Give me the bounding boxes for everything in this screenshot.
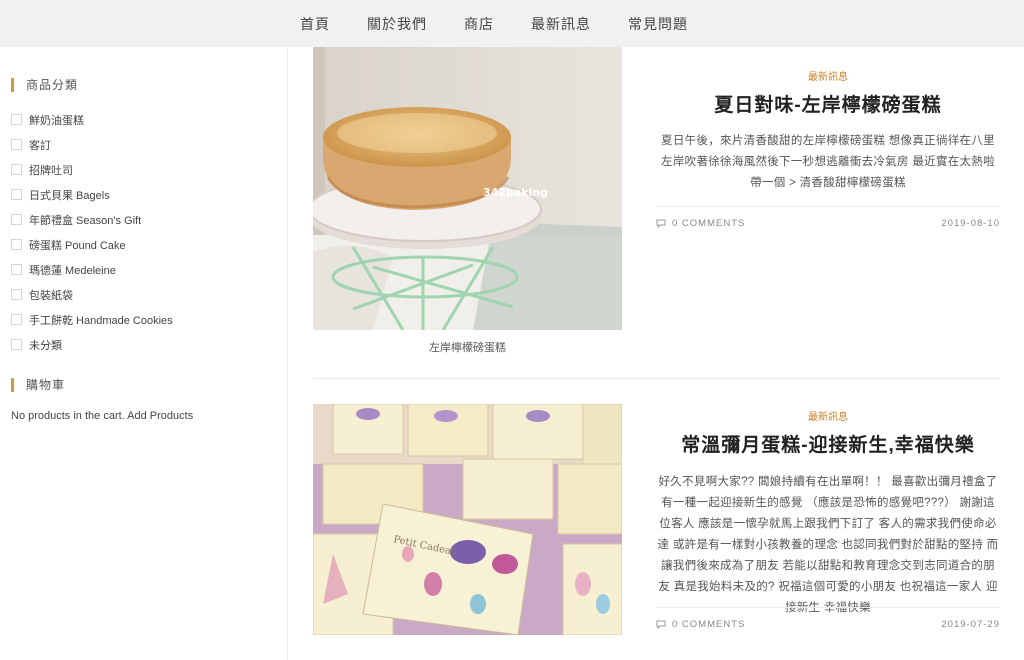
post-meta-divider bbox=[656, 206, 1000, 207]
comments-count: 0 COMMENTS bbox=[672, 618, 746, 630]
checkbox[interactable] bbox=[11, 214, 22, 225]
post-excerpt: 好久不見啊大家?? 闆娘持續有在出單啊！！ 最喜歡出彌月禮盒了 有一種一起迎接新… bbox=[657, 476, 999, 614]
category-label: 未分類 bbox=[29, 339, 62, 352]
nav-item-home[interactable]: 首頁 bbox=[300, 14, 330, 34]
category-item[interactable]: 包裝紙袋 bbox=[11, 282, 173, 307]
categories-widget-title: 商品分類 bbox=[11, 78, 78, 92]
post-date: 2019-08-10 bbox=[941, 217, 1000, 229]
post-thumbnail-gift-boxes[interactable]: Petit Cadeau bbox=[313, 404, 622, 635]
checkbox[interactable] bbox=[11, 264, 22, 275]
top-navigation: 首頁 關於我們 商店 最新訊息 常見問題 bbox=[0, 0, 1024, 47]
category-label: 日式貝果 Bagels bbox=[29, 189, 110, 202]
checkbox[interactable] bbox=[11, 114, 22, 125]
comments-link[interactable]: 0 COMMENTS bbox=[656, 619, 745, 630]
post-meta: 0 COMMENTS 2019-08-10 bbox=[656, 215, 1000, 231]
category-list: 鮮奶油蛋糕 客訂 招牌吐司 日式貝果 Bagels 年節禮盒 Season's … bbox=[11, 107, 173, 357]
post-date: 2019-07-29 bbox=[941, 618, 1000, 630]
category-item[interactable]: 磅蛋糕 Pound Cake bbox=[11, 232, 173, 257]
cart-empty-message: No products in the cart. Add Products bbox=[11, 410, 194, 422]
main-menu: 首頁 關於我們 商店 最新訊息 常見問題 bbox=[300, 0, 725, 47]
post-title[interactable]: 常溫彌月蛋糕-迎接新生,幸福快樂 bbox=[656, 430, 1000, 457]
nav-item-news[interactable]: 最新訊息 bbox=[531, 14, 591, 34]
category-item[interactable]: 年節禮盒 Season's Gift bbox=[11, 207, 173, 232]
post-meta-divider bbox=[656, 607, 1000, 608]
checkbox[interactable] bbox=[11, 239, 22, 250]
checkbox[interactable] bbox=[11, 139, 22, 150]
post-meta: 0 COMMENTS 2019-07-29 bbox=[656, 616, 1000, 632]
category-label: 招牌吐司 bbox=[29, 164, 73, 177]
post-category[interactable]: 最新訊息 bbox=[656, 408, 1000, 423]
post-thumbnail-lemon-cake[interactable]: 342baking bbox=[313, 47, 622, 330]
sidebar: 商品分類 鮮奶油蛋糕 客訂 招牌吐司 日式貝果 Bagels 年節禮盒 Seas… bbox=[0, 47, 288, 660]
checkbox[interactable] bbox=[11, 314, 22, 325]
category-item[interactable]: 未分類 bbox=[11, 332, 173, 357]
post-category[interactable]: 最新訊息 bbox=[656, 68, 1000, 83]
comments-link[interactable]: 0 COMMENTS bbox=[656, 218, 745, 229]
post-excerpt: 夏日午後，來片清香酸甜的左岸檸檬磅蛋糕 想像真正徜徉在八里左岸吹著徐徐海風然後下… bbox=[661, 135, 995, 189]
category-item[interactable]: 手工餅乾 Handmade Cookies bbox=[11, 307, 173, 332]
category-item[interactable]: 招牌吐司 bbox=[11, 157, 173, 182]
category-label: 客訂 bbox=[29, 139, 51, 152]
category-label: 年節禮盒 Season's Gift bbox=[29, 214, 142, 227]
checkbox[interactable] bbox=[11, 289, 22, 300]
lemon-cake-photo: 342baking bbox=[313, 47, 622, 330]
category-label: 包裝紙袋 bbox=[29, 289, 73, 302]
category-item[interactable]: 日式貝果 Bagels bbox=[11, 182, 173, 207]
speech-bubble-icon bbox=[656, 219, 666, 228]
post-divider bbox=[313, 378, 1000, 379]
checkbox[interactable] bbox=[11, 339, 22, 350]
category-item[interactable]: 客訂 bbox=[11, 132, 173, 157]
category-label: 手工餅乾 Handmade Cookies bbox=[29, 314, 173, 327]
speech-bubble-icon bbox=[656, 620, 666, 629]
category-label: 磅蛋糕 Pound Cake bbox=[29, 239, 126, 252]
nav-item-shop[interactable]: 商店 bbox=[464, 14, 494, 34]
comments-count: 0 COMMENTS bbox=[672, 217, 746, 229]
category-item[interactable]: 鮮奶油蛋糕 bbox=[11, 107, 173, 132]
category-label: 瑪德蓮 Medeleine bbox=[29, 264, 116, 277]
post-image-caption: 左岸檸檬磅蛋糕 bbox=[429, 342, 506, 354]
cart-widget-title: 購物車 bbox=[11, 378, 65, 392]
nav-item-about[interactable]: 關於我們 bbox=[367, 14, 427, 34]
checkbox[interactable] bbox=[11, 189, 22, 200]
gift-boxes-photo: Petit Cadeau bbox=[313, 404, 622, 635]
checkbox[interactable] bbox=[11, 164, 22, 175]
post-title[interactable]: 夏日對味-左岸檸檬磅蛋糕 bbox=[656, 90, 1000, 117]
nav-item-faq[interactable]: 常見問題 bbox=[628, 14, 688, 34]
category-item[interactable]: 瑪德蓮 Medeleine bbox=[11, 257, 173, 282]
category-label: 鮮奶油蛋糕 bbox=[29, 114, 84, 127]
photo-watermark: 342baking bbox=[483, 186, 548, 199]
